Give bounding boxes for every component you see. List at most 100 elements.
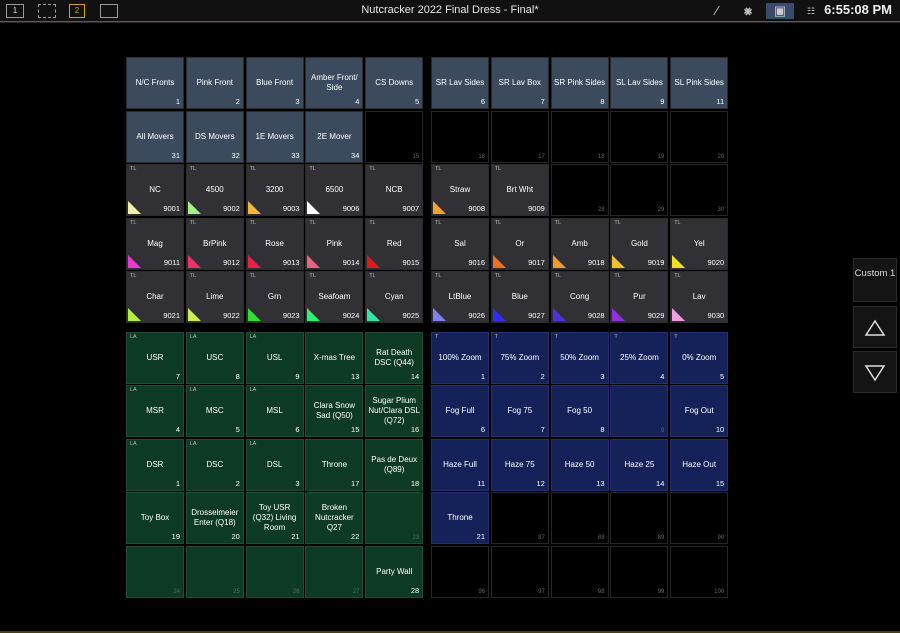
keypad-icon[interactable]: ☷ (802, 3, 820, 19)
button-cell[interactable]: TL BrPink 9012 (185, 217, 244, 270)
button-cell[interactable]: TL 6500 9006 (305, 164, 364, 216)
button-cell[interactable]: SL Lav Sides 9 (610, 57, 669, 109)
button-cell[interactable]: 100 (670, 545, 729, 598)
button-cell[interactable]: LA DSC 2 (185, 438, 244, 491)
button-cell[interactable]: Fog Full 6 (431, 385, 489, 437)
button-cell[interactable]: Clara Snow Sad (Q50) 15 (305, 385, 364, 437)
button-cell[interactable]: TL LtBlue 9026 (431, 271, 489, 323)
button-cell[interactable]: Amber Front/ Side 4 (305, 57, 364, 109)
button-cell[interactable]: TL Mag 9011 (126, 217, 184, 270)
button-cell[interactable]: TL Or 9017 (490, 217, 549, 270)
button-cell[interactable]: 89 (610, 492, 669, 544)
button-cell[interactable]: 96 (431, 545, 489, 598)
button-cell[interactable]: 9 (610, 385, 669, 437)
button-cell[interactable]: 27 (305, 545, 364, 598)
button-cell[interactable]: 20 (670, 110, 729, 163)
button-cell[interactable]: TL Cong 9028 (550, 271, 609, 323)
button-cell[interactable]: T 0% Zoom 5 (670, 331, 729, 384)
button-cell[interactable]: Toy USR (Q32) Living Room 21 (245, 492, 304, 544)
button-cell[interactable]: 30 (670, 164, 729, 216)
button-cell[interactable]: LA MSL 6 (245, 385, 304, 437)
button-cell[interactable]: 23 (365, 492, 424, 544)
button-cell[interactable]: 98 (550, 545, 609, 598)
button-cell[interactable]: TL Straw 9008 (431, 164, 489, 216)
button-cell[interactable]: LA USL 9 (245, 331, 304, 384)
button-cell[interactable]: TL NCB 9007 (365, 164, 424, 216)
button-cell[interactable]: SR Lav Box 7 (490, 57, 549, 109)
button-cell[interactable]: TL Char 9021 (126, 271, 184, 323)
button-cell[interactable]: 19 (610, 110, 669, 163)
button-cell[interactable]: LA USR 7 (126, 331, 184, 384)
button-cell[interactable]: 97 (490, 545, 549, 598)
button-cell[interactable]: TL 3200 9003 (245, 164, 304, 216)
button-cell[interactable]: Broken Nutcracker Q27 22 (305, 492, 364, 544)
button-cell[interactable]: DS Movers 32 (185, 110, 244, 163)
button-cell[interactable]: LA MSR 4 (126, 385, 184, 437)
softkeys-icon[interactable]: ⨳ (739, 3, 757, 19)
button-cell[interactable]: All Movers 31 (126, 110, 184, 163)
button-cell[interactable]: Pas de Deux (Q89) 18 (365, 438, 424, 491)
button-cell[interactable]: Drosselmeier Enter (Q18) 20 (185, 492, 244, 544)
button-cell[interactable]: Fog Out 10 (670, 385, 729, 437)
button-cell[interactable]: Haze Full 11 (431, 438, 489, 491)
button-cell[interactable]: SL Pink Sides 11 (670, 57, 729, 109)
button-cell[interactable]: 18 (550, 110, 609, 163)
button-cell[interactable]: 99 (610, 545, 669, 598)
button-cell[interactable]: Haze Out 15 (670, 438, 729, 491)
button-cell[interactable]: TL Pur 9029 (610, 271, 669, 323)
button-cell[interactable]: T 75% Zoom 2 (490, 331, 549, 384)
button-cell[interactable]: Party Wall 28 (365, 545, 424, 598)
button-cell[interactable]: TL Gold 9019 (610, 217, 669, 270)
button-cell[interactable]: 28 (550, 164, 609, 216)
button-cell[interactable]: 16 (431, 110, 489, 163)
button-cell[interactable]: TL Rose 9013 (245, 217, 304, 270)
page-up-button[interactable] (853, 306, 897, 348)
button-cell[interactable]: Sugar Plium Nut/Clara DSL (Q72) 16 (365, 385, 424, 437)
button-cell[interactable]: Fog 75 7 (490, 385, 549, 437)
button-cell[interactable]: T 50% Zoom 3 (550, 331, 609, 384)
button-cell[interactable]: T 25% Zoom 4 (610, 331, 669, 384)
button-cell[interactable]: TL Sal 9016 (431, 217, 489, 270)
button-cell[interactable]: SR Pink Sides 8 (550, 57, 609, 109)
button-cell[interactable]: Throne 21 (431, 492, 489, 544)
button-cell[interactable]: TL Yel 9020 (670, 217, 729, 270)
button-cell[interactable]: 2E Mover 34 (305, 110, 364, 163)
button-cell[interactable]: Haze 75 12 (490, 438, 549, 491)
button-cell[interactable]: 29 (610, 164, 669, 216)
button-cell[interactable]: TL Cyan 9025 (365, 271, 424, 323)
page-down-button[interactable] (853, 351, 897, 393)
button-cell[interactable]: TL Amb 9018 (550, 217, 609, 270)
button-cell[interactable]: CS Downs 5 (365, 57, 424, 109)
button-cell[interactable]: TL Grn 9023 (245, 271, 304, 323)
button-cell[interactable]: 26 (245, 545, 304, 598)
camera-icon[interactable]: ▣ (766, 3, 794, 19)
button-cell[interactable]: 15 (365, 110, 424, 163)
button-cell[interactable]: TL Lime 9022 (185, 271, 244, 323)
button-cell[interactable]: Rat Death DSC (Q44) 14 (365, 331, 424, 384)
button-cell[interactable]: Haze 25 14 (610, 438, 669, 491)
button-cell[interactable]: 88 (550, 492, 609, 544)
button-cell[interactable]: TL Brt Wht 9009 (490, 164, 549, 216)
button-cell[interactable]: TL Blue 9027 (490, 271, 549, 323)
button-cell[interactable]: 17 (490, 110, 549, 163)
button-cell[interactable]: LA DSR 1 (126, 438, 184, 491)
button-cell[interactable]: N/C Fronts 1 (126, 57, 184, 109)
button-cell[interactable]: TL Red 9015 (365, 217, 424, 270)
button-cell[interactable]: 24 (126, 545, 184, 598)
button-cell[interactable]: X-mas Tree 13 (305, 331, 364, 384)
button-cell[interactable]: Haze 50 13 (550, 438, 609, 491)
button-cell[interactable]: LA MSC 5 (185, 385, 244, 437)
button-cell[interactable]: TL Seafoam 9024 (305, 271, 364, 323)
button-cell[interactable]: Fog 50 8 (550, 385, 609, 437)
button-cell[interactable]: T 100% Zoom 1 (431, 331, 489, 384)
button-cell[interactable]: TL 4500 9002 (185, 164, 244, 216)
button-cell[interactable]: TL Pink 9014 (305, 217, 364, 270)
button-cell[interactable]: TL NC 9001 (126, 164, 184, 216)
button-cell[interactable]: 1E Movers 33 (245, 110, 304, 163)
button-cell[interactable]: 25 (185, 545, 244, 598)
button-cell[interactable]: TL Lav 9030 (670, 271, 729, 323)
button-cell[interactable]: LA DSL 3 (245, 438, 304, 491)
button-cell[interactable]: Throne 17 (305, 438, 364, 491)
button-cell[interactable]: LA USC 8 (185, 331, 244, 384)
pen-icon[interactable]: ∕ (709, 3, 725, 19)
